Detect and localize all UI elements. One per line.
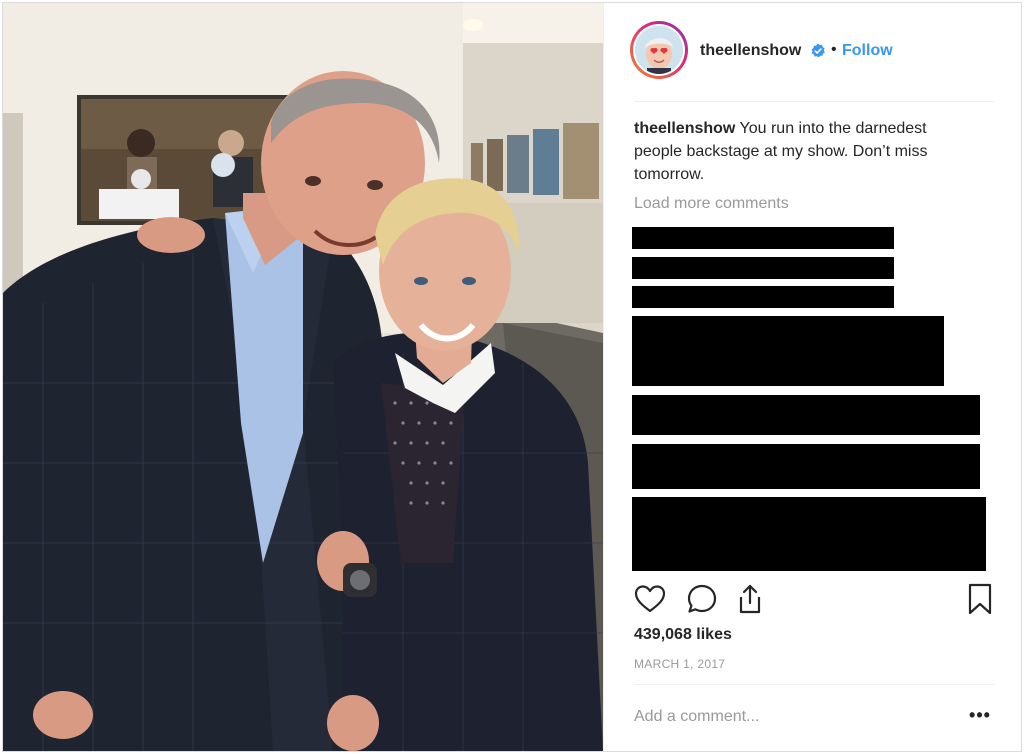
load-more-comments-button[interactable]: Load more comments xyxy=(634,195,789,213)
post-photo[interactable] xyxy=(3,3,603,751)
verified-badge-icon xyxy=(810,43,826,59)
redacted-comment xyxy=(632,286,894,308)
avatar-image xyxy=(635,26,683,74)
redacted-comment xyxy=(632,395,980,435)
add-comment-input[interactable] xyxy=(634,703,944,731)
comment-bubble-icon[interactable] xyxy=(684,581,720,617)
caption-username[interactable]: theellenshow xyxy=(634,120,735,137)
heart-icon[interactable] xyxy=(632,581,668,617)
avatar[interactable] xyxy=(630,21,688,79)
post-date[interactable]: MARCH 1, 2017 xyxy=(634,657,725,671)
share-icon[interactable] xyxy=(732,581,768,617)
header-divider xyxy=(634,101,994,102)
comment-divider xyxy=(634,684,994,685)
more-options-button[interactable]: ••• xyxy=(966,705,994,729)
post-actions xyxy=(604,581,1022,625)
redacted-comment xyxy=(632,227,894,249)
header-separator: • xyxy=(831,41,837,58)
post-caption: theellenshow You run into the darnedest … xyxy=(634,117,974,186)
redacted-comment xyxy=(632,316,944,386)
follow-button[interactable]: Follow xyxy=(842,42,893,60)
post-side-panel: theellenshow • Follow theellenshow You r… xyxy=(603,3,1021,751)
post-header: theellenshow • Follow xyxy=(604,3,1022,101)
redacted-comment xyxy=(632,497,986,571)
bookmark-icon[interactable] xyxy=(962,581,998,617)
redacted-comment xyxy=(632,444,980,489)
header-username[interactable]: theellenshow xyxy=(700,42,801,60)
instagram-post: theellenshow • Follow theellenshow You r… xyxy=(2,2,1022,752)
likes-count[interactable]: 439,068 likes xyxy=(634,626,732,644)
redacted-comment xyxy=(632,257,894,279)
